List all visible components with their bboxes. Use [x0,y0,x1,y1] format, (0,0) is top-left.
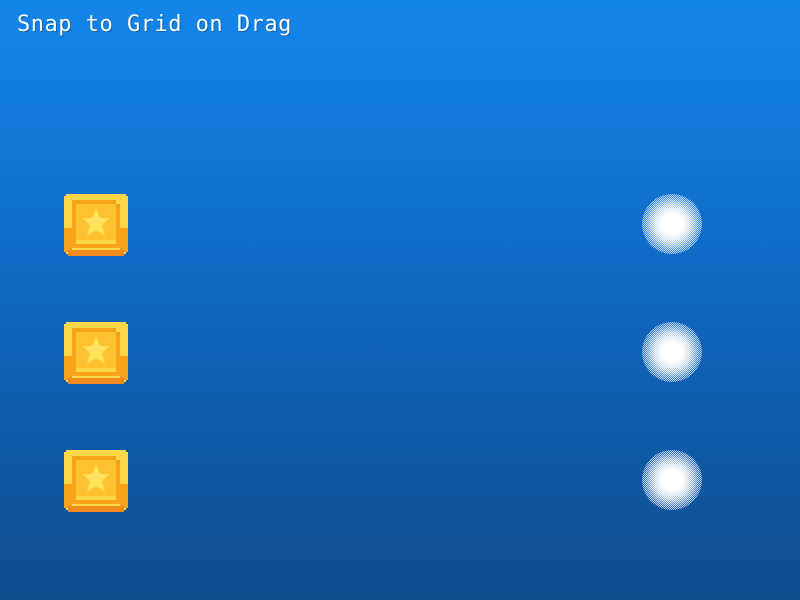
game-title: Snap to Grid on Drag [17,12,292,37]
star-icon [64,450,128,512]
glow-orb-icon [642,194,702,254]
glow-orb-icon [642,450,702,510]
drop-target-1[interactable] [640,192,704,256]
star-icon [64,194,128,256]
star-tile-3[interactable] [64,448,128,512]
star-icon [64,322,128,384]
star-tile-2[interactable] [64,320,128,384]
drop-target-2[interactable] [640,320,704,384]
glow-orb-icon [642,322,702,382]
game-canvas[interactable]: Snap to Grid on Drag [0,0,800,600]
drop-target-3[interactable] [640,448,704,512]
star-tile-1[interactable] [64,192,128,256]
